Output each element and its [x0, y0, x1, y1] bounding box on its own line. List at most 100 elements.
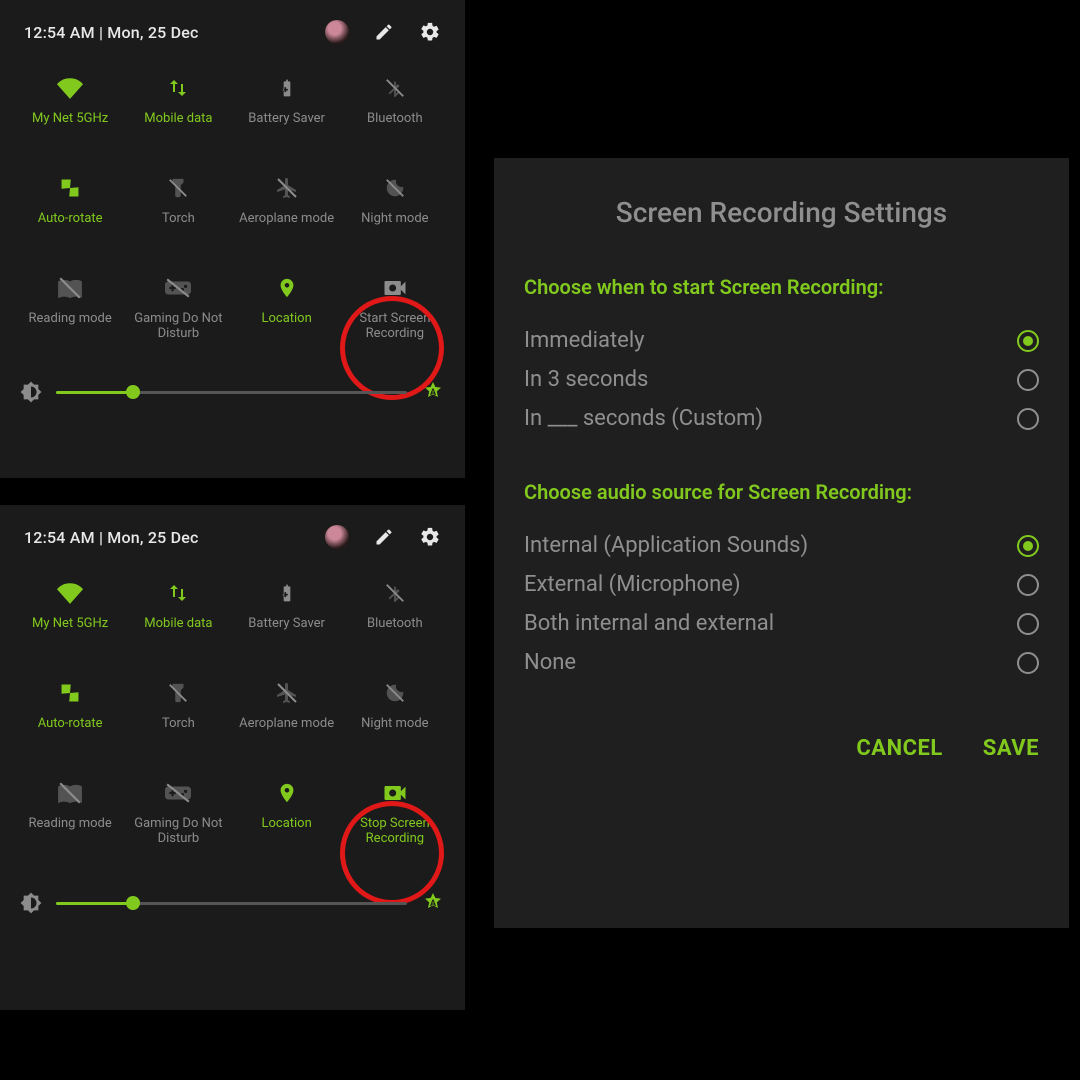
tile-label: Mobile data	[144, 617, 212, 632]
dialog-title: Screen Recording Settings	[524, 196, 1039, 229]
tile-night-mode[interactable]: Night mode	[341, 172, 449, 242]
brightness-slider[interactable]	[56, 902, 407, 905]
tile-label: Aeroplane mode	[239, 717, 334, 732]
option-custom-seconds[interactable]: In ___ seconds (Custom)	[524, 399, 1039, 438]
mobile-data-icon	[162, 72, 194, 104]
gear-icon[interactable]	[419, 526, 441, 548]
brightness-icon	[20, 892, 42, 914]
status-header: 12:54 AM | Mon, 25 Dec	[14, 20, 451, 48]
avatar[interactable]	[325, 20, 349, 44]
gear-icon[interactable]	[419, 21, 441, 43]
quick-settings-panel-stop: 12:54 AM | Mon, 25 Dec My Net 5GHz Mobil…	[0, 505, 465, 1010]
tile-label: My Net 5GHz	[32, 617, 108, 632]
reading-mode-off-icon	[54, 272, 86, 304]
status-header: 12:54 AM | Mon, 25 Dec	[14, 525, 451, 553]
tile-label: Stop Screen Recording	[345, 817, 445, 847]
tile-torch[interactable]: Torch	[124, 172, 232, 242]
radio-icon	[1017, 652, 1039, 674]
tile-location[interactable]: Location	[233, 777, 341, 847]
radio-selected-icon	[1017, 535, 1039, 557]
brightness-icon	[20, 381, 42, 403]
option-audio-none[interactable]: None	[524, 643, 1039, 682]
tile-bluetooth[interactable]: Bluetooth	[341, 72, 449, 142]
tile-label: Aeroplane mode	[239, 212, 334, 227]
reading-mode-off-icon	[54, 777, 86, 809]
screen-record-icon	[379, 272, 411, 304]
tile-gaming-dnd[interactable]: Gaming Do Not Disturb	[124, 272, 232, 342]
option-label: In 3 seconds	[524, 367, 648, 392]
option-label: Internal (Application Sounds)	[524, 533, 808, 558]
tile-bluetooth[interactable]: Bluetooth	[341, 577, 449, 647]
tile-start-screen-recording[interactable]: Start Screen Recording	[341, 272, 449, 342]
option-immediately[interactable]: Immediately	[524, 321, 1039, 360]
tile-label: Location	[261, 312, 311, 327]
header-actions	[325, 20, 441, 44]
torch-off-icon	[162, 172, 194, 204]
header-actions	[325, 525, 441, 549]
option-label: None	[524, 650, 576, 675]
airplane-off-icon	[271, 677, 303, 709]
clock-date: 12:54 AM | Mon, 25 Dec	[24, 528, 199, 547]
battery-saver-icon	[271, 577, 303, 609]
option-audio-both[interactable]: Both internal and external	[524, 604, 1039, 643]
tile-label: Location	[261, 817, 311, 832]
tile-reading-mode[interactable]: Reading mode	[16, 272, 124, 342]
option-audio-external[interactable]: External (Microphone)	[524, 565, 1039, 604]
tile-torch[interactable]: Torch	[124, 677, 232, 747]
tile-reading-mode[interactable]: Reading mode	[16, 777, 124, 847]
tile-battery-saver[interactable]: Battery Saver	[233, 72, 341, 142]
location-icon	[271, 777, 303, 809]
tile-aeroplane[interactable]: Aeroplane mode	[233, 172, 341, 242]
wifi-icon	[54, 72, 86, 104]
quick-settings-panel-start: 12:54 AM | Mon, 25 Dec My Net 5GHz Mobil…	[0, 0, 465, 478]
gaming-dnd-off-icon	[162, 777, 194, 809]
edit-icon[interactable]	[373, 21, 395, 43]
section-when-heading: Choose when to start Screen Recording:	[524, 275, 1039, 299]
option-audio-internal[interactable]: Internal (Application Sounds)	[524, 526, 1039, 565]
tile-label: Battery Saver	[248, 112, 325, 127]
tile-auto-rotate[interactable]: Auto-rotate	[16, 172, 124, 242]
tile-night-mode[interactable]: Night mode	[341, 677, 449, 747]
dialog-actions: CANCEL SAVE	[524, 736, 1039, 761]
tile-mobile-data[interactable]: Mobile data	[124, 72, 232, 142]
auto-brightness-icon[interactable]: A	[421, 891, 445, 915]
tile-mobile-data[interactable]: Mobile data	[124, 577, 232, 647]
svg-text:A: A	[430, 899, 437, 909]
tile-gaming-dnd[interactable]: Gaming Do Not Disturb	[124, 777, 232, 847]
tile-label: Bluetooth	[367, 112, 423, 127]
avatar[interactable]	[325, 525, 349, 549]
clock-date: 12:54 AM | Mon, 25 Dec	[24, 23, 199, 42]
airplane-off-icon	[271, 172, 303, 204]
tile-label: Torch	[162, 212, 195, 227]
screen-record-icon	[379, 777, 411, 809]
tile-battery-saver[interactable]: Battery Saver	[233, 577, 341, 647]
brightness-row: A	[14, 891, 451, 915]
tile-label: Reading mode	[29, 817, 112, 832]
tiles-grid: My Net 5GHz Mobile data Battery Saver Bl…	[14, 72, 451, 342]
tile-wifi[interactable]: My Net 5GHz	[16, 72, 124, 142]
auto-brightness-icon[interactable]: A	[421, 380, 445, 404]
edit-icon[interactable]	[373, 526, 395, 548]
save-button[interactable]: SAVE	[983, 736, 1039, 761]
tile-label: Bluetooth	[367, 617, 423, 632]
tile-location[interactable]: Location	[233, 272, 341, 342]
tile-label: Gaming Do Not Disturb	[128, 817, 228, 847]
tile-label: Battery Saver	[248, 617, 325, 632]
tile-aeroplane[interactable]: Aeroplane mode	[233, 677, 341, 747]
auto-rotate-icon	[54, 172, 86, 204]
tile-auto-rotate[interactable]: Auto-rotate	[16, 677, 124, 747]
bluetooth-off-icon	[379, 577, 411, 609]
tile-stop-screen-recording[interactable]: Stop Screen Recording	[341, 777, 449, 847]
gaming-dnd-off-icon	[162, 272, 194, 304]
tile-label: Auto-rotate	[38, 717, 103, 732]
tile-wifi[interactable]: My Net 5GHz	[16, 577, 124, 647]
tile-label: Night mode	[361, 212, 428, 227]
battery-saver-icon	[271, 72, 303, 104]
tiles-grid: My Net 5GHz Mobile data Battery Saver Bl…	[14, 577, 451, 847]
radio-icon	[1017, 408, 1039, 430]
tile-label: Gaming Do Not Disturb	[128, 312, 228, 342]
section-audio-heading: Choose audio source for Screen Recording…	[524, 480, 1039, 504]
option-in-3-seconds[interactable]: In 3 seconds	[524, 360, 1039, 399]
cancel-button[interactable]: CANCEL	[856, 736, 942, 761]
brightness-slider[interactable]	[56, 391, 407, 394]
